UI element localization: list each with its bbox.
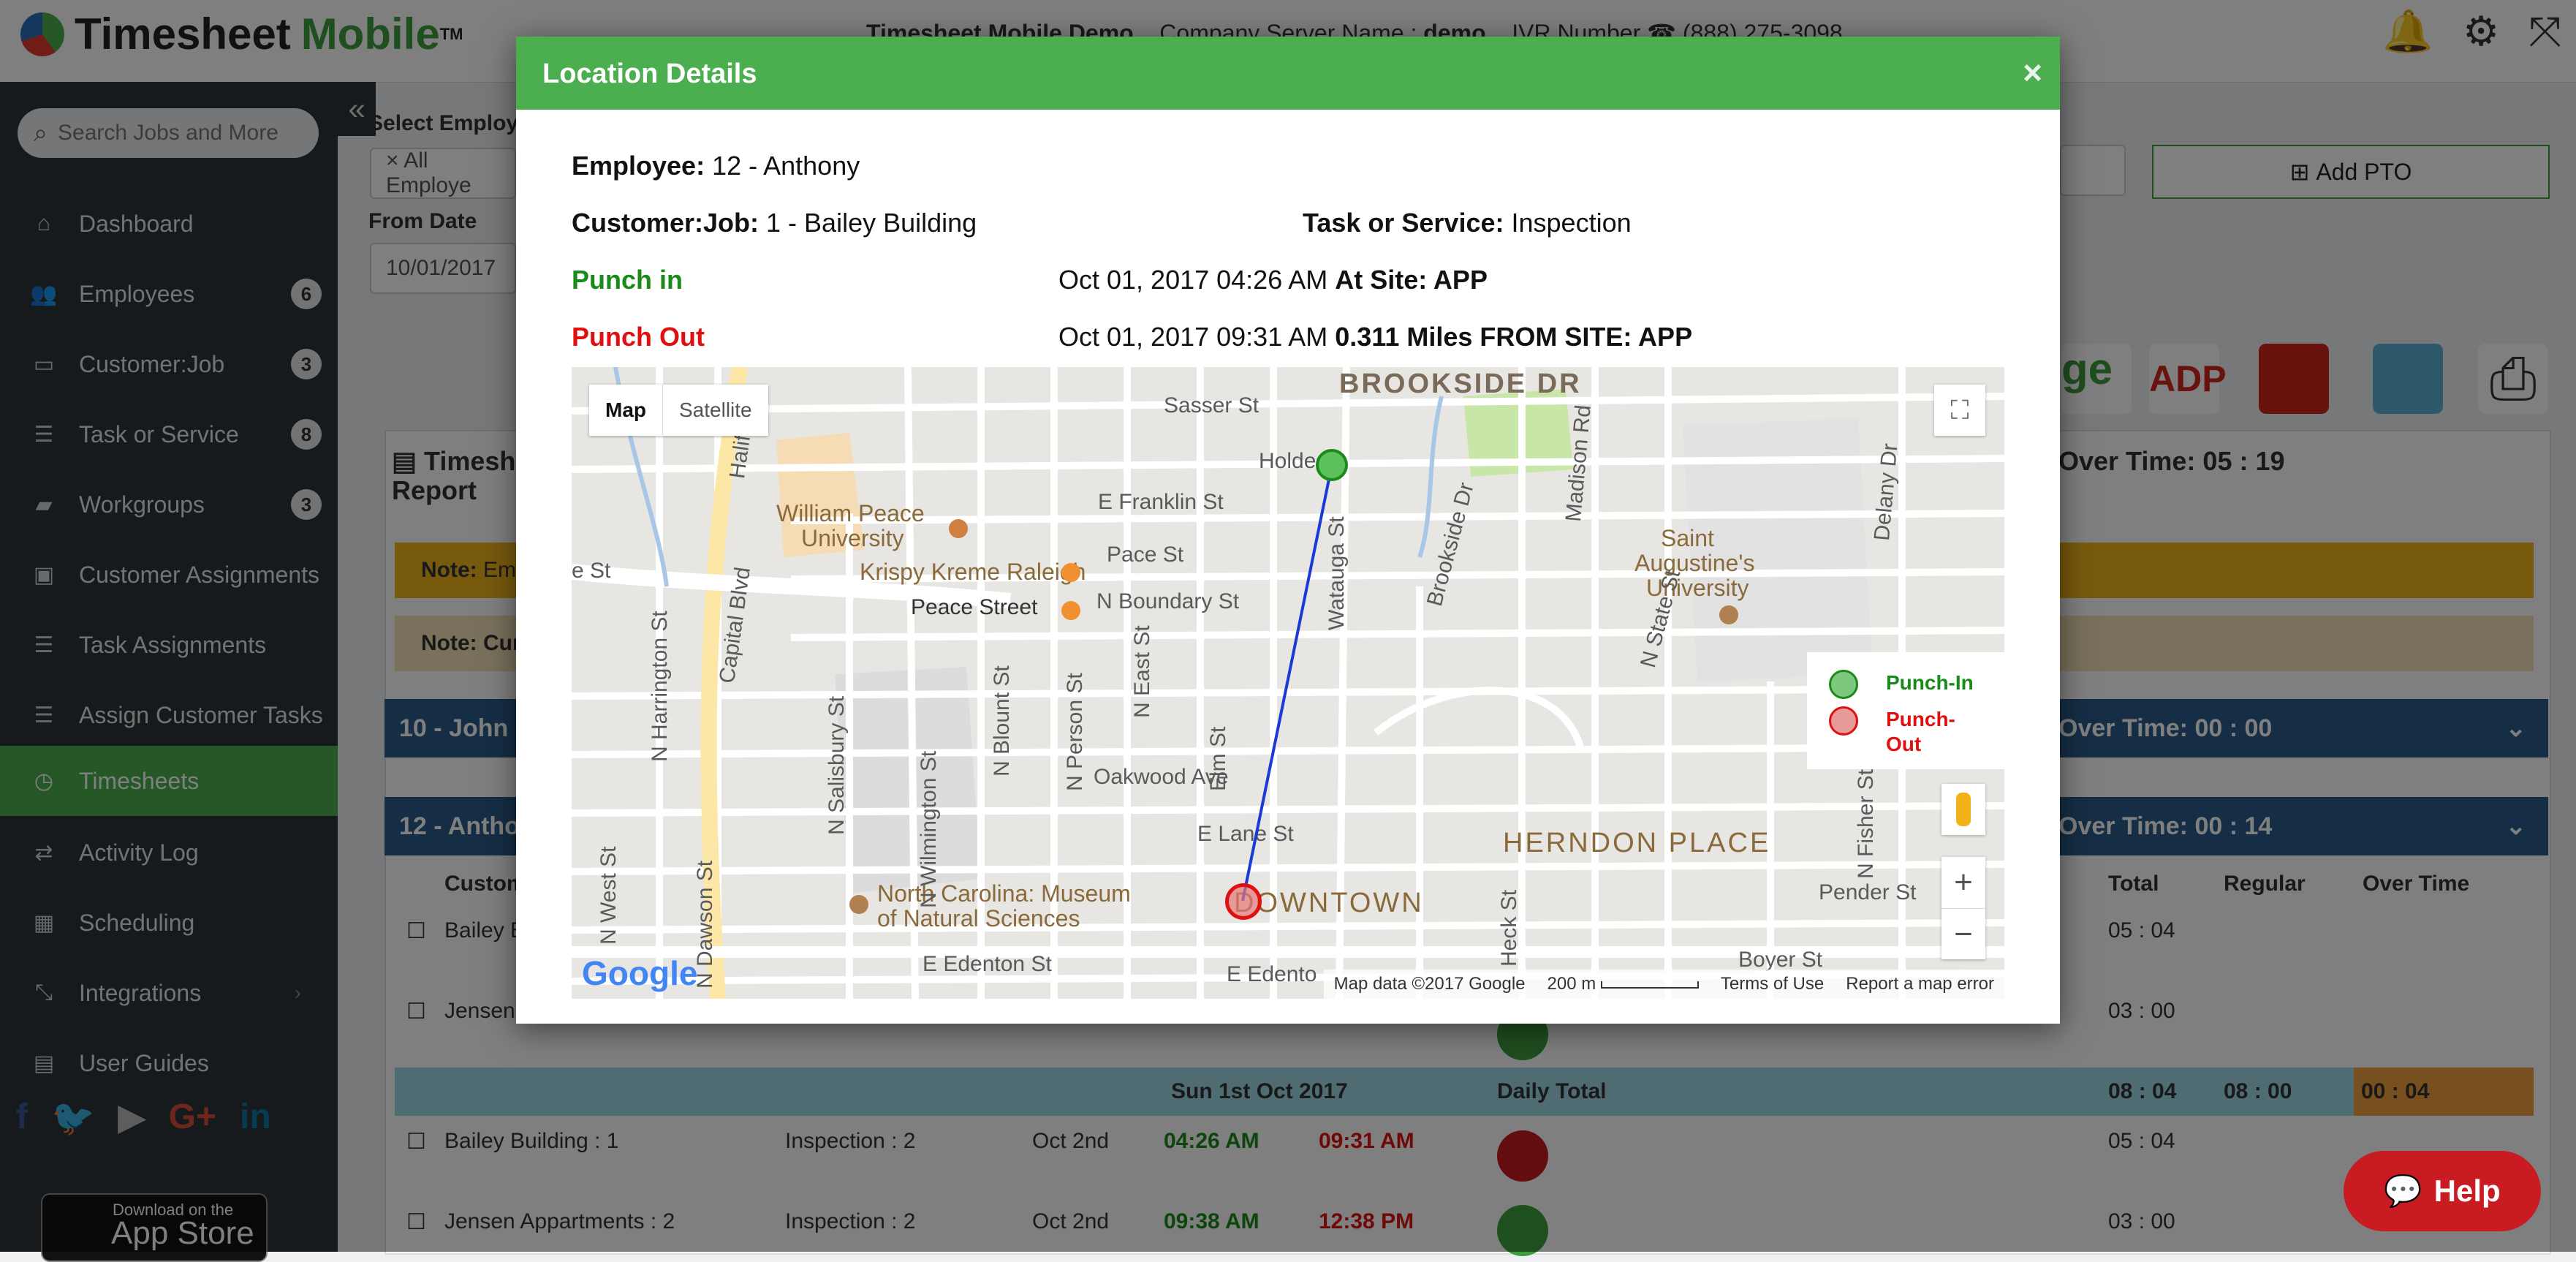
map-legend: Punch-In Punch- Out: [1807, 652, 2004, 769]
legend-out-dot: [1829, 706, 1858, 736]
help-label: Help: [2433, 1174, 2501, 1208]
employee-value: 12 - Anthony: [712, 151, 860, 181]
legend-in-dot: [1829, 670, 1858, 699]
street-view-pegman-icon[interactable]: [1942, 784, 1985, 835]
map-type-control: Map Satellite: [589, 385, 768, 436]
fullscreen-icon[interactable]: ⛶: [1934, 385, 1985, 436]
map-view[interactable]: BROOKSIDE DR Sasser St Holde E Franklin …: [572, 367, 2004, 999]
task-label: Task or Service:: [1303, 208, 1504, 238]
pegman-shape: [1956, 793, 1971, 826]
map-attribution: Map data ©2017 Google 200 m Terms of Use…: [1323, 970, 2004, 999]
map-scale-label: 200 m: [1547, 974, 1596, 994]
scale-bar: [1600, 980, 1699, 989]
punch-in-site: At Site: APP: [1335, 265, 1488, 295]
punch-out-line: Oct 01, 2017 09:31 AM 0.311 Miles FROM S…: [1058, 322, 1692, 352]
location-details-modal: Location Details × Employee: 12 - Anthon…: [516, 37, 2060, 1024]
terms-link[interactable]: Terms of Use: [1721, 974, 1824, 994]
task-line: Task or Service: Inspection: [1303, 208, 1632, 238]
punch-route: [1241, 464, 1333, 902]
zoom-in-button[interactable]: +: [1942, 857, 1985, 908]
punch-in-time: Oct 01, 2017 04:26 AM: [1058, 265, 1328, 295]
report-error-link[interactable]: Report a map error: [1846, 974, 1994, 994]
google-logo-text: Google: [582, 954, 698, 992]
zoom-control: + −: [1942, 857, 1985, 959]
map-scale: 200 m: [1548, 974, 1699, 994]
punch-out-label: Punch Out: [572, 322, 705, 352]
punch-out-site: 0.311 Miles FROM SITE: APP: [1335, 322, 1693, 352]
employee-line: Employee: 12 - Anthony: [572, 151, 860, 181]
legend-out-label-2: Out: [1886, 733, 1922, 755]
map-data-text: Map data ©2017 Google: [1333, 974, 1526, 994]
task-value: Inspection: [1511, 208, 1632, 238]
employee-label: Employee:: [572, 151, 705, 181]
google-logo: Google: [582, 953, 697, 993]
help-button[interactable]: 💬 Help: [2344, 1151, 2541, 1231]
customer-label: Customer:Job:: [572, 208, 759, 238]
punch-in-label: Punch in: [572, 265, 683, 295]
chat-icon: 💬: [2384, 1173, 2422, 1208]
modal-header: Location Details ×: [516, 37, 2060, 110]
legend-in-label: Punch-In: [1886, 671, 1974, 694]
modal-title: Location Details: [542, 58, 757, 89]
map-type-map-button[interactable]: Map: [589, 385, 662, 436]
legend-out-label-1: Punch-: [1886, 708, 1955, 730]
punch-in-line: Oct 01, 2017 04:26 AM At Site: APP: [1058, 265, 1488, 295]
punch-out-marker[interactable]: [1225, 883, 1262, 920]
customer-line: Customer:Job: 1 - Bailey Building: [572, 208, 977, 238]
close-icon[interactable]: ×: [2023, 53, 2042, 92]
customer-value: 1 - Bailey Building: [766, 208, 977, 238]
zoom-out-button[interactable]: −: [1942, 908, 1985, 960]
punch-in-marker[interactable]: [1316, 449, 1348, 481]
map-type-satellite-button[interactable]: Satellite: [662, 385, 768, 436]
punch-out-time: Oct 01, 2017 09:31 AM: [1058, 322, 1328, 352]
